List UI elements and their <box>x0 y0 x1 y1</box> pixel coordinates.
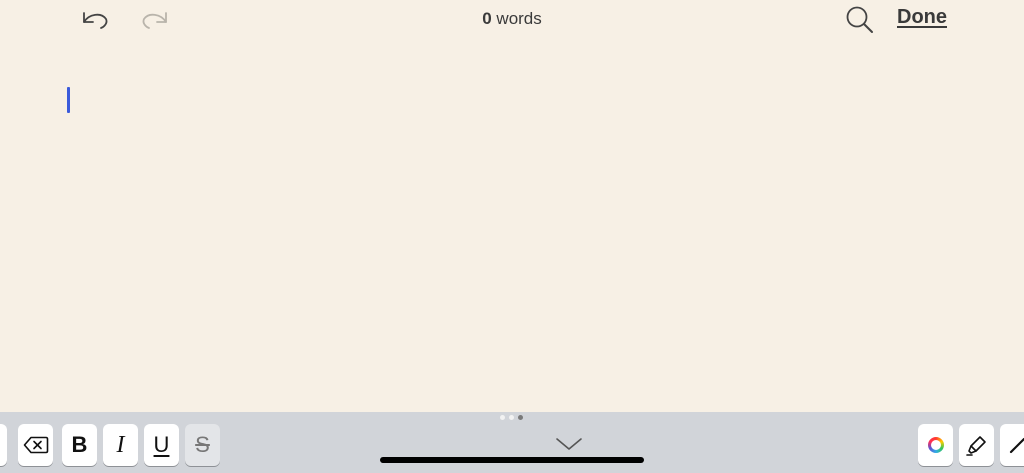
redo-button[interactable] <box>140 6 172 34</box>
collapse-keyboard-button[interactable] <box>555 436 583 452</box>
done-button[interactable]: Done <box>892 6 952 32</box>
format-toolbar: B I U S <box>0 412 1024 473</box>
top-bar: 0 words Done <box>0 0 1024 40</box>
highlighter-button[interactable] <box>959 424 994 466</box>
undo-button[interactable] <box>78 6 110 34</box>
strikethrough-button[interactable]: S <box>185 424 220 466</box>
backspace-icon <box>23 436 48 454</box>
word-count[interactable]: 0 words <box>462 9 562 29</box>
search-icon <box>846 6 873 33</box>
underline-button[interactable]: U <box>144 424 179 466</box>
italic-button[interactable]: I <box>103 424 138 466</box>
word-count-label: words <box>491 9 542 28</box>
pen-button[interactable] <box>1000 424 1024 466</box>
search-button[interactable] <box>843 4 877 36</box>
page-dot <box>500 415 505 420</box>
page-dot-active <box>518 415 523 420</box>
text-editor[interactable] <box>0 40 1024 412</box>
text-caret <box>67 87 70 113</box>
undo-icon <box>83 12 108 29</box>
writing-app: 0 words Done B I U S <box>0 0 1024 473</box>
word-count-number: 0 <box>482 9 492 28</box>
chevron-down-icon <box>556 438 582 450</box>
toolbar-key-partial[interactable] <box>0 424 7 466</box>
redo-icon <box>142 12 167 29</box>
page-dot <box>509 415 514 420</box>
delete-button[interactable] <box>18 424 53 466</box>
toolbar-page-indicator[interactable] <box>500 415 523 420</box>
color-wheel-icon <box>927 437 944 453</box>
bold-button[interactable]: B <box>62 424 97 466</box>
highlighter-icon <box>965 436 986 456</box>
pen-icon <box>1009 437 1024 454</box>
text-color-button[interactable] <box>918 424 953 466</box>
home-indicator[interactable] <box>380 457 644 463</box>
